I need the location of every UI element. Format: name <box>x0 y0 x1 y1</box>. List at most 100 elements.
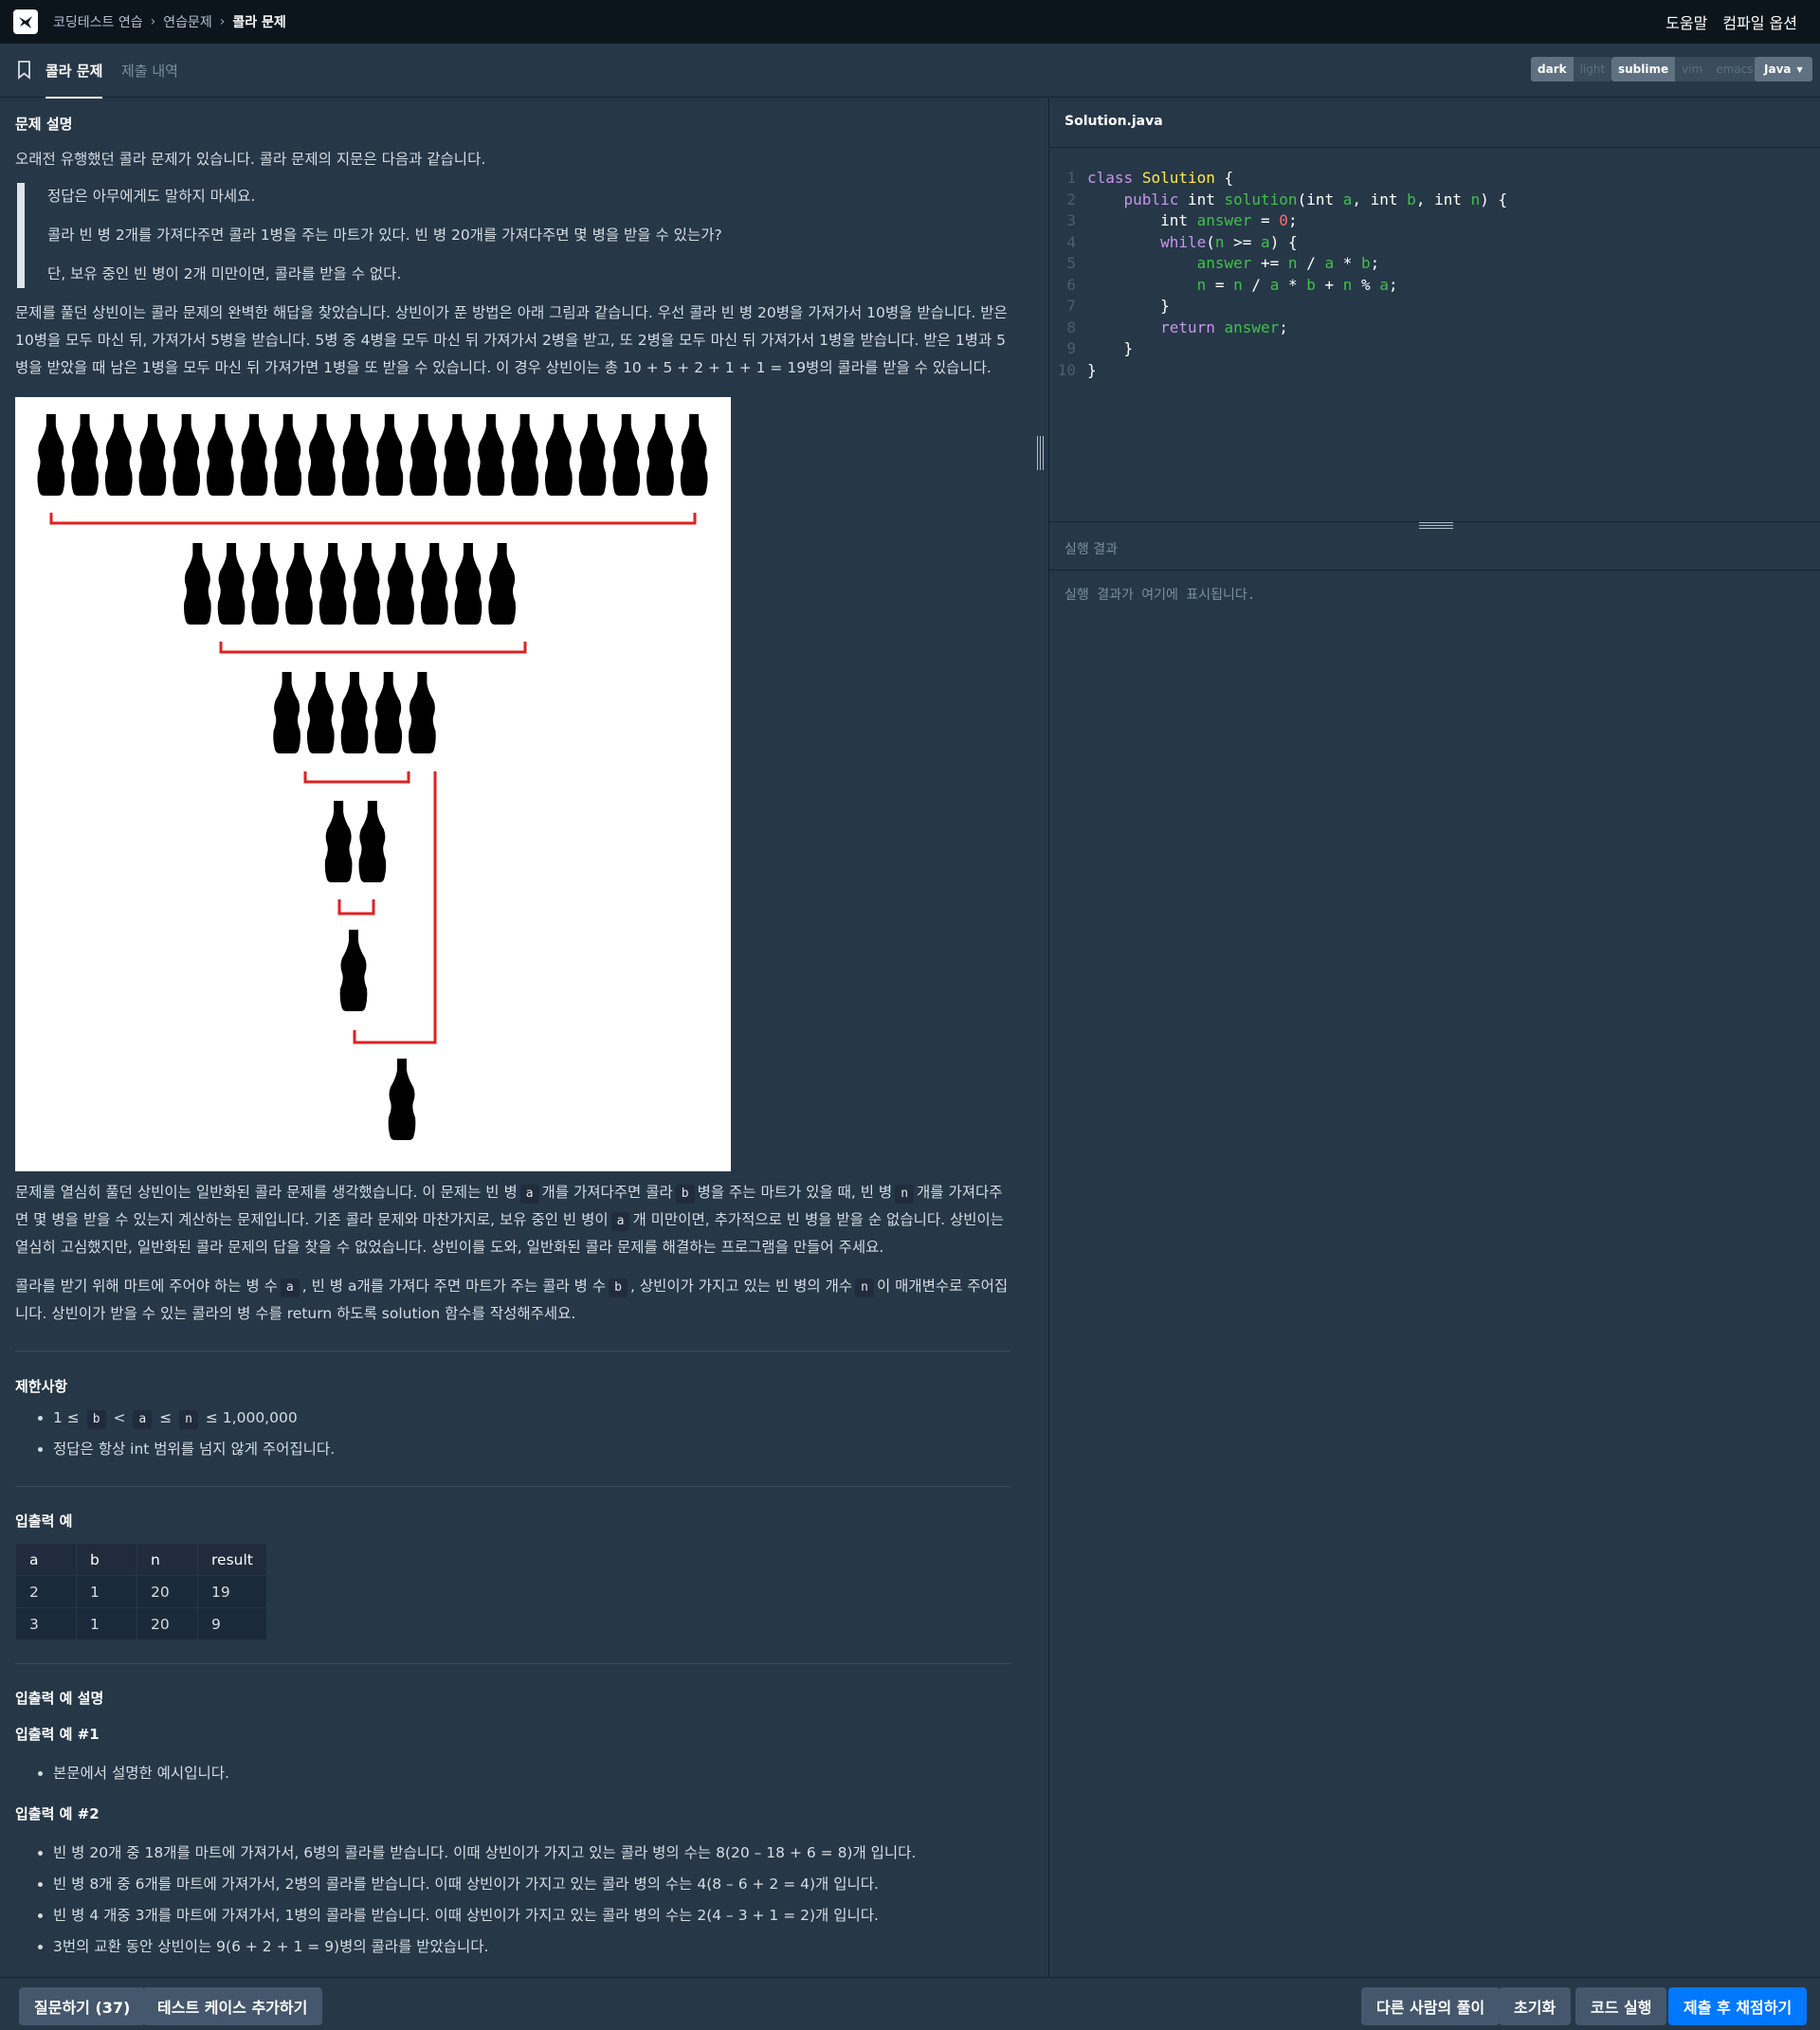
theme-light-option[interactable]: light <box>1573 57 1612 82</box>
tab-bar: 콜라 문제 제출 내역 dark light sublime vim emacs… <box>0 44 1820 99</box>
run-code-button[interactable]: 코드 실행 <box>1575 1987 1667 2025</box>
code-n: n <box>179 1410 198 1429</box>
table-cell: 3 <box>15 1607 77 1640</box>
ask-question-button[interactable]: 질문하기 (37) <box>19 1987 146 2025</box>
example-1-list: 본문에서 설명한 예시입니다. <box>15 1758 1010 1789</box>
code-line: 3 int answer = 0; <box>1066 211 1298 229</box>
bottle-icon <box>341 414 370 496</box>
bottle-icon <box>387 543 414 625</box>
bracket-10-to-5 <box>219 642 527 654</box>
reset-button[interactable]: 초기화 <box>1499 1987 1572 2025</box>
bottle-icon <box>207 414 234 496</box>
example-2-list: 빈 병 20개 중 18개를 마트에 가져가서, 6병의 콜라를 받습니다. 이… <box>15 1838 1010 1963</box>
theme-toggle: dark light <box>1531 57 1612 82</box>
bottle-icon <box>285 543 313 625</box>
code-a: a <box>133 1410 153 1429</box>
action-bar: 질문하기 (37) 테스트 케이스 추가하기 다른 사람의 풀이 초기화 코드 … <box>0 1977 1820 2030</box>
submit-button[interactable]: 제출 후 채점하기 <box>1668 1987 1808 2025</box>
code-line: 1 class Solution { <box>1066 169 1234 187</box>
divider <box>15 1663 1010 1664</box>
bottle-icon <box>104 414 133 496</box>
code-n: n <box>895 1185 915 1204</box>
table-cell: 1 <box>76 1607 137 1640</box>
table-header-cell: n <box>136 1543 198 1576</box>
table-header-row: a b n result <box>15 1543 267 1576</box>
bottle-icon <box>324 801 353 882</box>
keymap-emacs-option[interactable]: emacs <box>1709 57 1760 82</box>
cola-bottles-figure <box>15 397 731 1171</box>
bottle-icon <box>420 543 448 625</box>
file-tab: Solution.java <box>1049 99 1820 148</box>
bottle-icon <box>339 930 368 1011</box>
breadcrumb: 코딩테스트 연습 › 연습문제 › 콜라 문제 <box>53 12 286 31</box>
bottle-icon <box>240 414 268 496</box>
bookmark-icon[interactable] <box>17 61 31 80</box>
add-testcase-button[interactable]: 테스트 케이스 추가하기 <box>142 1987 323 2025</box>
bottle-icon <box>443 414 471 496</box>
help-link[interactable]: 도움말 <box>1665 10 1707 33</box>
quote-line: 단, 보유 중인 빈 병이 2개 미만이면, 콜라를 받을 수 없다. <box>47 265 402 282</box>
problem-quote: 정답은 아무에게도 말하지 마세요. 콜라 빈 병 2개를 가져다주면 콜라 1… <box>17 183 1010 288</box>
language-select[interactable]: Java ▼ <box>1755 57 1812 82</box>
breadcrumb-item[interactable]: 연습문제 <box>163 12 212 31</box>
list-item: 정답은 항상 int 범위를 넘지 않게 주어집니다. <box>53 1434 1010 1465</box>
list-item: 본문에서 설명한 예시입니다. <box>53 1758 1010 1789</box>
problem-panel: 문제 설명 오래전 유행했던 콜라 문제가 있습니다. 콜라 문제의 지문은 다… <box>0 99 1043 1977</box>
panel-resize-handle[interactable] <box>1034 436 1046 474</box>
table-header-cell: a <box>15 1543 77 1576</box>
breadcrumb-item[interactable]: 코딩테스트 연습 <box>53 12 143 31</box>
problem-intro: 오래전 유행했던 콜라 문제가 있습니다. 콜라 문제의 지문은 다음과 같습니… <box>15 151 486 168</box>
code-n: n <box>855 1278 874 1297</box>
code-line: 10} <box>1057 360 1097 379</box>
table-cell: 20 <box>136 1607 198 1640</box>
bottle-icon <box>454 543 482 625</box>
divider <box>15 1486 1010 1487</box>
code-a: a <box>280 1278 300 1297</box>
bottle-icon <box>251 543 280 625</box>
table-cell: 1 <box>76 1575 137 1608</box>
bottle-icon <box>318 543 347 625</box>
cola-bottles-illustration <box>37 414 708 1140</box>
bottle-icon <box>217 543 246 625</box>
problem-general: 문제를 열심히 풀던 상빈이는 일반화된 콜라 문제를 생각했습니다. 이 문제… <box>15 1184 1004 1256</box>
code-line: 4 while(n >= a) { <box>1066 232 1298 251</box>
quote-line: 콜라 빈 병 2개를 가져다주면 콜라 1병을 주는 마트가 있다. 빈 병 2… <box>47 227 722 244</box>
logo-icon[interactable] <box>13 9 38 34</box>
table-header-cell: result <box>197 1543 267 1576</box>
keymap-vim-option[interactable]: vim <box>1675 57 1710 82</box>
bracket-2-to-1 <box>337 899 375 915</box>
bottle-icon <box>37 414 65 496</box>
table-cell: 9 <box>197 1607 267 1640</box>
bottle-icon <box>646 414 674 496</box>
bottle-icon <box>273 672 300 753</box>
bottle-icon <box>488 543 516 625</box>
theme-dark-option[interactable]: dark <box>1531 57 1574 82</box>
bottle-icon <box>410 414 437 496</box>
table-row: 2 1 20 19 <box>15 1575 267 1608</box>
breadcrumb-current: 콜라 문제 <box>232 15 286 30</box>
example-1-title: 입출력 예 #1 <box>15 1726 100 1743</box>
bottle-icon <box>375 414 404 496</box>
tab-history[interactable]: 제출 내역 <box>121 61 178 81</box>
bracket-4-to-2 <box>303 771 410 784</box>
section-title-description: 문제 설명 <box>15 116 73 133</box>
problem-params: 콜라를 받기 위해 마트에 주어야 하는 병 수a, 빈 병 a개를 가져다 주… <box>15 1278 1009 1322</box>
bottle-icon <box>138 414 167 496</box>
bottle-icon <box>308 414 336 496</box>
tab-problem[interactable]: 콜라 문제 <box>46 61 103 99</box>
compile-options-link[interactable]: 컴파일 옵션 <box>1722 10 1797 33</box>
keymap-sublime-option[interactable]: sublime <box>1611 57 1676 82</box>
bottle-icon <box>680 414 708 496</box>
chevron-right-icon: › <box>150 14 156 29</box>
code-b: b <box>675 1185 695 1204</box>
table-header-cell: b <box>76 1543 137 1576</box>
result-resize-handle[interactable] <box>1419 522 1453 530</box>
bottle-icon <box>306 672 335 753</box>
bottle-icon <box>374 672 403 753</box>
examples-table: a b n result 2 1 20 19 3 1 20 9 <box>15 1543 267 1640</box>
code-editor[interactable]: 1 class Solution { 2 public int solution(… <box>1049 168 1820 381</box>
language-select-value: Java <box>1764 63 1792 76</box>
bottle-icon <box>358 801 387 882</box>
other-solutions-button[interactable]: 다른 사람의 풀이 <box>1361 1987 1501 2025</box>
list-item: 빈 병 8개 중 6개를 마트에 가져가서, 2병의 콜라를 받습니다. 이때 … <box>53 1869 1010 1900</box>
